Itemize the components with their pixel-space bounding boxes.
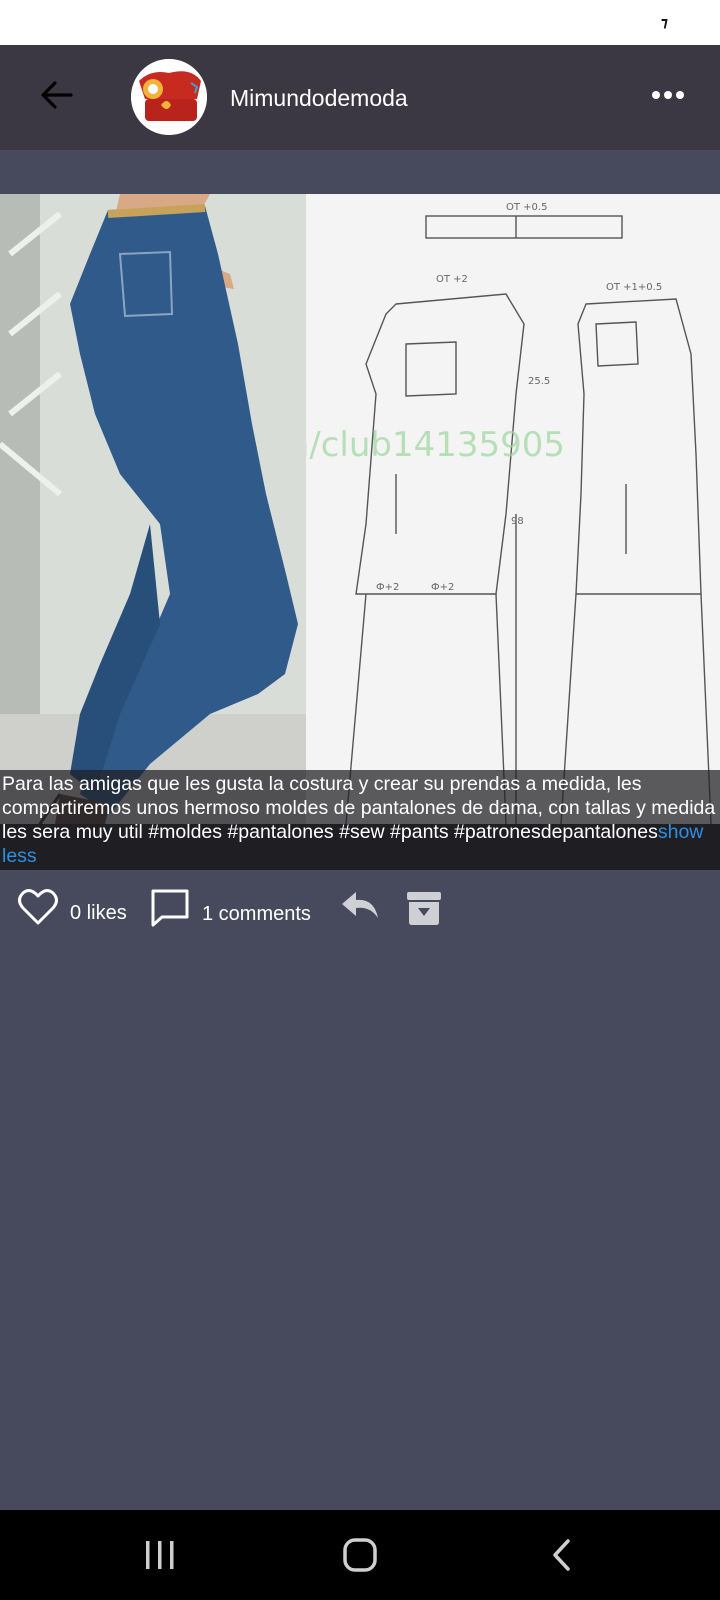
sewing-pattern-drawing: OT +0.5 OT +2 OT +1+0.5 25.5 98 Ф+2 Ф+2 … — [186, 194, 720, 824]
more-horizontal-icon — [652, 91, 684, 99]
svg-text:25.5: 25.5 — [528, 376, 550, 387]
likes-count: 0 likes — [70, 901, 127, 924]
chevron-left-icon — [553, 1539, 570, 1571]
svg-text:OT +2: OT +2 — [436, 274, 468, 285]
reply-icon — [342, 892, 378, 918]
username[interactable]: Mimundodemoda — [230, 85, 408, 112]
comment-button[interactable]: 1 comments — [150, 888, 311, 928]
jeans-photo — [0, 194, 306, 824]
svg-text:OT +1+0.5: OT +1+0.5 — [606, 282, 662, 293]
home-button[interactable] — [330, 1535, 390, 1575]
recent-apps-icon — [146, 1541, 174, 1569]
post-actions: 0 likes 1 comments — [0, 880, 720, 940]
post-caption: Para las amigas que les gusta la costura… — [0, 770, 720, 870]
status-bar: ⁊ — [0, 0, 720, 45]
system-nav-bar — [0, 1510, 720, 1600]
comments-count: 1 comments — [202, 902, 311, 925]
app-header: Mimundodemoda — [0, 45, 720, 150]
svg-text:Ф+2: Ф+2 — [376, 582, 399, 593]
save-button[interactable] — [404, 888, 444, 928]
recent-apps-button[interactable] — [130, 1535, 190, 1575]
back-nav-button[interactable] — [532, 1535, 592, 1575]
svg-text:Ф+2: Ф+2 — [431, 582, 454, 593]
heart-icon — [18, 889, 58, 925]
avatar[interactable] — [131, 59, 207, 135]
svg-text:vk.com/club14135905: vk.com/club14135905 — [306, 425, 565, 465]
arrow-left-icon — [41, 81, 73, 109]
svg-text:98: 98 — [511, 516, 524, 527]
caption-text: Para las amigas que les gusta la costura… — [2, 773, 716, 843]
svg-text:OT +0.5: OT +0.5 — [506, 202, 547, 213]
post-image[interactable]: OT +0.5 OT +2 OT +1+0.5 25.5 98 Ф+2 Ф+2 … — [0, 194, 720, 824]
more-options-button[interactable] — [646, 75, 690, 115]
status-glyph: ⁊ — [660, 14, 668, 30]
archive-icon — [407, 892, 441, 925]
comment-icon — [151, 889, 189, 927]
like-button[interactable]: 0 likes — [18, 888, 127, 926]
back-button[interactable] — [36, 75, 76, 115]
share-button[interactable] — [340, 888, 380, 924]
home-icon — [343, 1538, 377, 1572]
